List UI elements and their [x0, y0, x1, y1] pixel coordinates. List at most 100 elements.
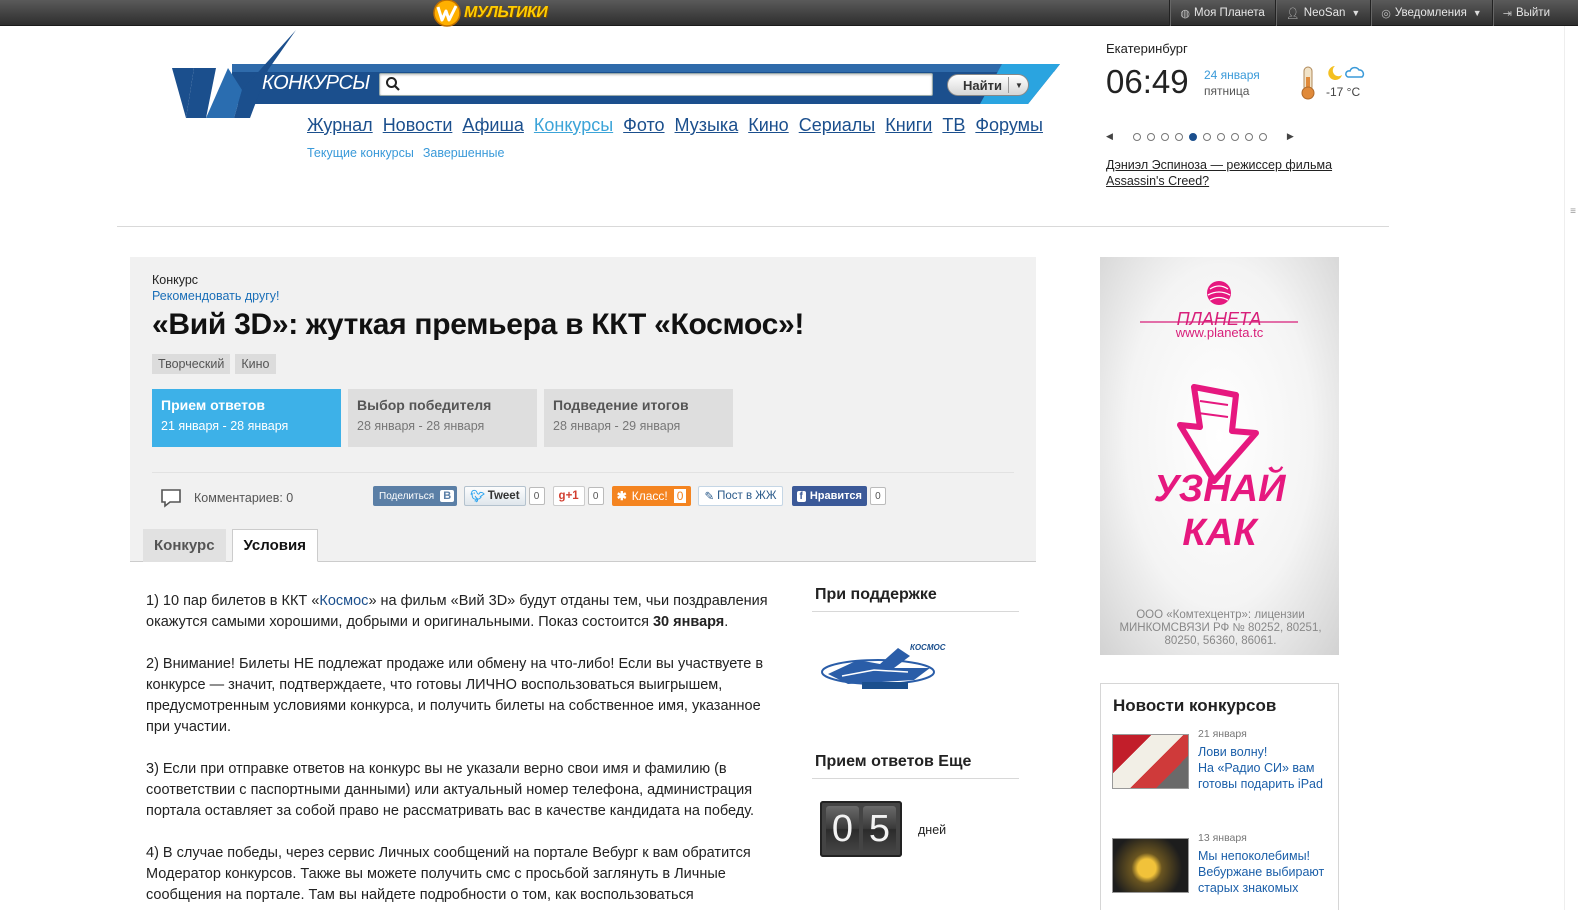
nav-contests[interactable]: Конкурсы	[534, 115, 613, 136]
nav-forums[interactable]: Форумы	[975, 115, 1043, 136]
nav-photo[interactable]: Фото	[623, 115, 664, 136]
contest-tags: Творческий Кино	[152, 354, 276, 374]
search-icon	[386, 77, 400, 91]
news-teaser: Дэниэл Эспиноза — режиссер фильма Assass…	[1106, 157, 1356, 189]
weather-temperature: -17 °C	[1326, 85, 1361, 99]
sponsor-title: При поддержке	[812, 586, 1019, 612]
ad-banner[interactable]: ПЛАНЕТА www.planeta.tc УЗНАЙ КАК ООО «Ко…	[1100, 257, 1339, 655]
carousel-dot[interactable]	[1230, 132, 1239, 141]
news-link[interactable]: Лови волну!	[1198, 745, 1267, 759]
kosmos-logo-text: КОСМОС	[910, 643, 946, 652]
top-my-planet[interactable]: ◍ Моя Планета	[1169, 0, 1274, 26]
chevron-down-icon[interactable]: ▼	[1008, 77, 1023, 93]
subnav-current[interactable]: Текущие конкурсы	[307, 146, 414, 160]
nav-series[interactable]: Сериалы	[799, 115, 876, 136]
nav-afisha[interactable]: Афиша	[462, 115, 524, 136]
carousel-dot[interactable]	[1174, 132, 1183, 141]
recommend-link[interactable]: Рекомендовать другу!	[152, 289, 280, 303]
nav-music[interactable]: Музыка	[675, 115, 739, 136]
teaser-carousel: ◀ ▶	[1106, 131, 1294, 142]
carousel-dot-active[interactable]	[1188, 132, 1197, 141]
weather-widget: Екатеринбург 06:49 24 января пятница -17…	[1106, 41, 1376, 100]
livejournal-icon: ✎	[704, 491, 715, 503]
nav-cinema[interactable]: Кино	[748, 115, 789, 136]
news-thumbnail[interactable]	[1112, 838, 1189, 893]
odnoklassniki-button[interactable]: ✱ Класс! 0	[611, 486, 692, 506]
livejournal-button[interactable]: ✎ Пост в ЖЖ	[698, 486, 783, 506]
comments-link[interactable]: Комментариев: 0	[160, 488, 293, 508]
scroll-grip-icon: ≡	[1570, 206, 1576, 217]
weather-city[interactable]: Екатеринбург	[1106, 41, 1376, 56]
news-link[interactable]: Мы непоколебимы!	[1198, 849, 1310, 863]
top-bar: МУЛЬТИКИ ◍ Моя Планета 👤︎ NeoSan ▼ ◎ Уве…	[0, 0, 1578, 27]
page-title: «Вий 3D»: жуткая премьера в ККТ «Космос»…	[152, 308, 805, 341]
contest-stages: Прием ответов 21 января - 28 января Выбо…	[152, 389, 733, 447]
tag[interactable]: Кино	[235, 354, 276, 374]
weather-date: 24 января	[1204, 68, 1260, 82]
conditions-text: 1) 10 пар билетов в ККТ «Космос» на филь…	[146, 591, 786, 910]
top-logout[interactable]: ⇥ Выйти	[1491, 0, 1560, 26]
carousel-dot[interactable]	[1160, 132, 1169, 141]
carousel-dot[interactable]	[1216, 132, 1225, 141]
news-link[interactable]: Вебуржане выбирают старых знакомых	[1198, 865, 1324, 895]
tweet-button[interactable]: 🐦︎ Tweet	[464, 486, 526, 506]
section-label: КОНКУРСЫ	[262, 72, 370, 94]
gplus-button[interactable]: g+1	[552, 486, 585, 506]
timer-unit: дней	[918, 823, 947, 837]
carousel-dot[interactable]	[1132, 132, 1141, 141]
contest-header: Конкурс Рекомендовать другу! «Вий 3D»: ж…	[130, 257, 1036, 561]
vk-icon: В	[440, 490, 455, 502]
sponsor-block: При поддержке КОСМОС	[812, 586, 1019, 701]
carousel-dot[interactable]	[1244, 132, 1253, 141]
nav-books[interactable]: Книги	[885, 115, 932, 136]
banner-url: www.planeta.tc	[1175, 325, 1264, 340]
timer-title: Прием ответов Еще	[812, 753, 1019, 779]
search-input[interactable]	[379, 73, 933, 96]
counter-digit: 5	[863, 806, 896, 852]
subnav-finished[interactable]: Завершенные	[423, 146, 505, 160]
paragraph-3: 3) Если при отправке ответов на конкурс …	[146, 761, 755, 819]
kosmos-link[interactable]: Космос	[319, 593, 368, 609]
share-buttons: Поделиться В 🐦︎ Tweet 0 g+1 0 ✱ Класс! 0…	[373, 485, 894, 507]
arrow-right-icon[interactable]: ▶	[1287, 131, 1294, 142]
carousel-dot[interactable]	[1202, 132, 1211, 141]
user-icon: 👤︎	[1285, 7, 1300, 20]
logout-icon: ⇥	[1502, 7, 1512, 20]
search-button[interactable]: Найти ▼	[947, 74, 1029, 96]
notification-icon: ◎	[1381, 7, 1391, 20]
tag[interactable]: Творческий	[152, 354, 231, 374]
weather-weekday: пятница	[1204, 84, 1250, 98]
flip-counter: 0 5	[820, 801, 902, 857]
top-user-menu[interactable]: 👤︎ NeoSan ▼	[1274, 0, 1370, 26]
gplus-count: 0	[587, 487, 604, 505]
page-scrollbar[interactable]: ≡	[1564, 26, 1578, 910]
nav-news[interactable]: Новости	[383, 115, 453, 136]
planet-icon: ◍	[1180, 7, 1191, 20]
top-notifications[interactable]: ◎ Уведомления ▼	[1370, 0, 1491, 26]
contest-news: Новости конкурсов 21 января Лови волну! …	[1100, 683, 1339, 910]
stage-results: Подведение итогов 28 января - 29 января	[544, 389, 733, 447]
nav-journal[interactable]: Журнал	[307, 115, 373, 136]
multiki-logo-text: МУЛЬТИКИ	[464, 4, 548, 21]
tweet-count: 0	[528, 487, 545, 505]
nav-tv[interactable]: ТВ	[942, 115, 965, 136]
tab-contest[interactable]: Конкурс	[143, 529, 226, 562]
news-link[interactable]: На «Радио СИ» вам готовы подарить iPad	[1198, 761, 1323, 791]
arrow-left-icon[interactable]: ◀	[1106, 131, 1113, 142]
header-divider	[117, 226, 1389, 227]
news-teaser-link[interactable]: Дэниэл Эспиноза — режиссер фильма Assass…	[1106, 158, 1332, 188]
comment-bubble-icon	[161, 489, 181, 508]
banner-license: ООО «Комтехцентр»: лицензии МИНКОМСВЯЗИ …	[1119, 609, 1322, 647]
chevron-down-icon: ▼	[1472, 8, 1482, 18]
carousel-dot[interactable]	[1146, 132, 1155, 141]
tab-conditions[interactable]: Условия	[231, 529, 318, 562]
night-cloud-icon	[1326, 63, 1366, 86]
carousel-dot[interactable]	[1258, 132, 1267, 141]
facebook-like-button[interactable]: f Нравится	[791, 486, 867, 506]
kosmos-logo[interactable]: КОСМОС	[818, 638, 1019, 701]
vk-share-button[interactable]: Поделиться В	[373, 486, 458, 506]
news-thumbnail[interactable]	[1112, 734, 1189, 789]
news-date: 21 января	[1198, 728, 1247, 740]
multiki-logo[interactable]: МУЛЬТИКИ	[432, 0, 548, 27]
contest-tabs: Конкурс Условия	[143, 529, 318, 562]
